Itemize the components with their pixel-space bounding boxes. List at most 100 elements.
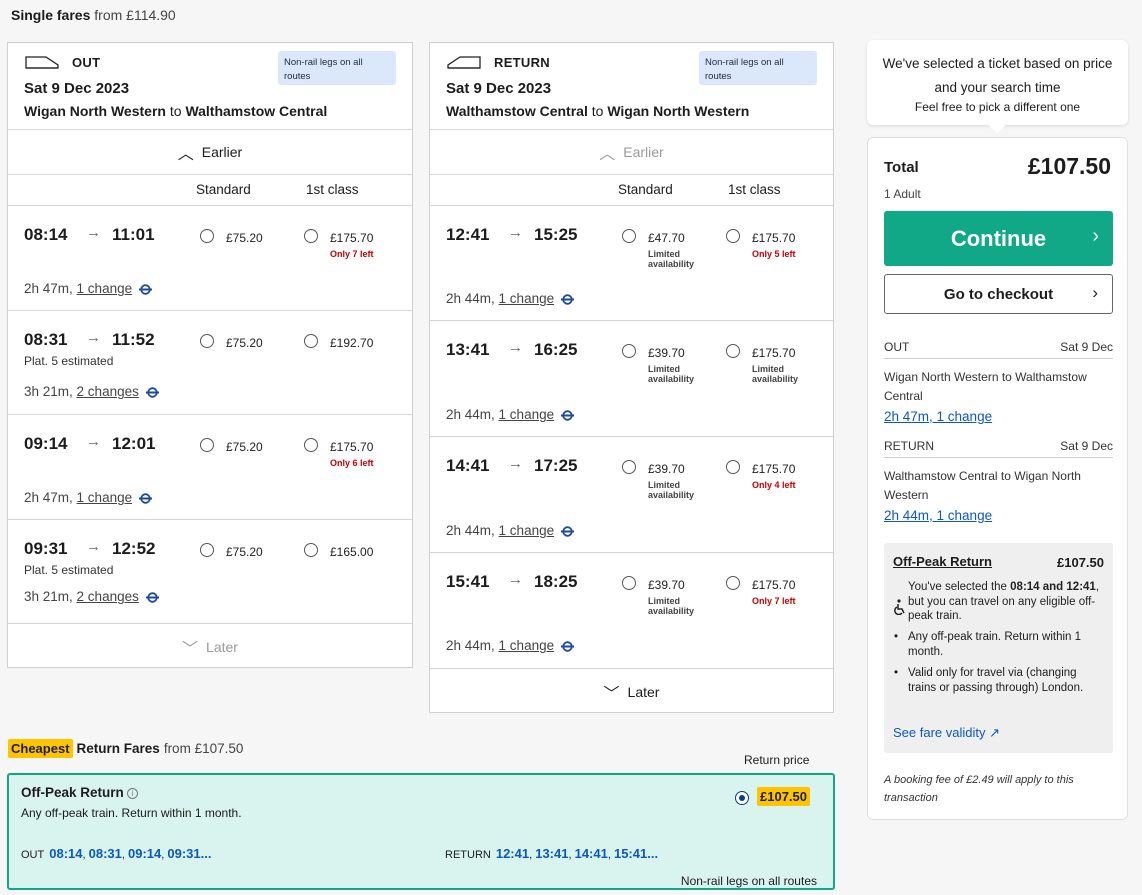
- first-class-fare-radio[interactable]: [304, 334, 318, 348]
- later-button[interactable]: ﹀ Later: [430, 669, 833, 714]
- arrow-right-icon: →: [508, 571, 523, 588]
- journey-row[interactable]: 14:41 → 17:25 2h 44m, 1 change £39.70 Li…: [430, 437, 833, 553]
- fare-validity-link[interactable]: See fare validity ↗: [893, 725, 1000, 741]
- return-fares-from: from £107.50: [163, 741, 244, 756]
- journey-row[interactable]: 13:41 → 16:25 2h 44m, 1 change £39.70 Li…: [430, 321, 833, 437]
- standard-fare-radio[interactable]: [622, 460, 636, 474]
- changes-link[interactable]: 1 change: [499, 291, 555, 306]
- departure-time: 09:31: [24, 539, 68, 558]
- changes-link[interactable]: 1 change: [499, 638, 555, 653]
- first-class-fare-radio[interactable]: [304, 229, 318, 243]
- later-button[interactable]: ﹀ Later: [8, 624, 412, 669]
- arrival-time: 18:25: [534, 572, 578, 591]
- out-summary: OUT Sat 9 Dec Wigan North Western to Walt…: [884, 340, 1113, 424]
- first-class-fare-radio[interactable]: [726, 229, 740, 243]
- tooltip-subline: Feel free to pick a different one: [914, 100, 1081, 114]
- changes-link[interactable]: 1 change: [499, 523, 555, 538]
- standard-fare-radio[interactable]: [200, 334, 214, 348]
- info-icon[interactable]: i: [126, 787, 138, 799]
- single-fares-label: Single fares: [11, 7, 91, 23]
- note-line: availability: [648, 490, 695, 500]
- return-times-list: RETURN 12:41, 13:41, 14:41, 15:41...: [445, 846, 659, 861]
- first-class-fare-radio[interactable]: [304, 543, 318, 557]
- duration-text: 2h 44m,: [446, 523, 495, 538]
- total-label: Total: [884, 159, 919, 176]
- duration-text: 3h 21m,: [24, 384, 73, 399]
- standard-price: £75.20: [226, 545, 263, 559]
- departure-time: 13:41: [446, 340, 490, 359]
- underground-icon: [561, 294, 575, 305]
- standard-fare-radio[interactable]: [622, 576, 636, 590]
- fare-conditions: Any off-peak train. Return within 1 mont…: [893, 630, 1103, 702]
- changes-link[interactable]: 1 change: [499, 407, 555, 422]
- first-class-fare-radio[interactable]: [304, 438, 318, 452]
- arrival-time: 15:25: [534, 225, 578, 244]
- standard-fare-radio[interactable]: [200, 229, 214, 243]
- arrival-time: 17:25: [534, 456, 578, 475]
- journey-row[interactable]: 09:14 → 12:01 2h 47m, 1 change £75.20 £1…: [8, 415, 412, 520]
- first-class-price: £192.70: [330, 336, 374, 350]
- changes-link[interactable]: 1 change: [77, 281, 133, 296]
- basket-summary: Total £107.50 1 Adult Continue › Go to ch…: [867, 137, 1128, 820]
- return-summary-label: RETURN: [884, 439, 934, 453]
- return-journey-details-link[interactable]: 2h 44m, 1 change: [884, 508, 1113, 523]
- journey-row[interactable]: 08:31 → 11:52 Plat. 5 estimated 3h 21m, …: [8, 311, 412, 415]
- underground-icon: [139, 284, 153, 295]
- outbound-panel: OUT Sat 9 Dec 2023 Wigan North Western t…: [7, 42, 413, 668]
- go-to-checkout-button[interactable]: Go to checkout ›: [884, 274, 1113, 314]
- return-fare-price: £107.50: [757, 787, 810, 806]
- non-rail-note: Non-rail legs on all routes: [680, 874, 817, 888]
- arrow-right-icon: →: [86, 329, 101, 346]
- note-line: Limited: [648, 364, 681, 374]
- continue-button[interactable]: Continue ›: [884, 211, 1113, 266]
- changes-link[interactable]: 1 change: [77, 490, 133, 505]
- earlier-button[interactable]: ︿ Earlier: [430, 130, 833, 175]
- arrow-right-icon: →: [86, 224, 101, 241]
- selected-times: 08:14 and 12:41: [1010, 581, 1096, 593]
- journey-row[interactable]: 15:41 → 18:25 2h 44m, 1 change £39.70 Li…: [430, 553, 833, 669]
- journey-duration: 3h 21m, 2 changes: [24, 589, 159, 604]
- journey-row[interactable]: 12:41 → 15:25 2h 44m, 1 change £47.70 Li…: [430, 206, 833, 321]
- first-class-fare-radio[interactable]: [726, 460, 740, 474]
- note-line: availability: [752, 374, 799, 384]
- route-to: to: [169, 103, 182, 119]
- journey-duration: 2h 44m, 1 change: [446, 638, 575, 653]
- underground-icon: [561, 641, 575, 652]
- return-summary-route: Walthamstow Central to Wigan North Weste…: [884, 469, 1081, 502]
- note-line: Limited: [648, 480, 681, 490]
- changes-link[interactable]: 2 changes: [77, 589, 139, 604]
- return-time: 14:41: [574, 846, 608, 861]
- fare-condition: Any off-peak train. Return within 1 mont…: [893, 630, 1103, 659]
- fare-details-box: Off-Peak Return £107.50 You've selected …: [884, 543, 1113, 753]
- first-class-price: £165.00: [330, 545, 374, 559]
- changes-link[interactable]: 2 changes: [77, 384, 139, 399]
- standard-price: £39.70: [648, 578, 685, 592]
- return-fare-radio[interactable]: [735, 791, 749, 805]
- standard-fare-radio[interactable]: [200, 438, 214, 452]
- standard-price: £75.20: [226, 440, 263, 454]
- first-class-price: £175.70: [330, 231, 374, 245]
- departure-time: 14:41: [446, 456, 490, 475]
- journey-row[interactable]: 09:31 → 12:52 Plat. 5 estimated 3h 21m, …: [8, 520, 412, 624]
- duration-text: 2h 44m,: [446, 291, 495, 306]
- note-line: Limited: [648, 249, 681, 259]
- standard-fare-radio[interactable]: [622, 344, 636, 358]
- out-journey-details-link[interactable]: 2h 47m, 1 change: [884, 409, 1113, 424]
- duration-text: 3h 21m,: [24, 589, 73, 604]
- first-class-fare-radio[interactable]: [726, 576, 740, 590]
- fare-name-link[interactable]: Off-Peak Return: [893, 554, 992, 569]
- return-fare-option[interactable]: Off-Peak Return i Any off-peak train. Ret…: [7, 773, 835, 890]
- earlier-button[interactable]: ︿ Earlier: [8, 130, 412, 175]
- first-class-price: £175.70: [752, 578, 796, 592]
- standard-fare-radio[interactable]: [200, 543, 214, 557]
- platform-info: Plat. 5 estimated: [24, 563, 114, 577]
- journey-route: Walthamstow Central to Wigan North Weste…: [446, 103, 749, 119]
- journey-row[interactable]: 08:14 → 11:01 2h 47m, 1 change £75.20 £1…: [8, 206, 412, 311]
- availability-note: Limited availability: [648, 249, 694, 269]
- chevron-right-icon: ›: [1092, 283, 1098, 302]
- standard-fare-radio[interactable]: [622, 229, 636, 243]
- journey-duration: 2h 44m, 1 change: [446, 523, 575, 538]
- underground-icon: [145, 387, 159, 398]
- first-class-fare-radio[interactable]: [726, 344, 740, 358]
- return-time: 12:41: [495, 846, 530, 861]
